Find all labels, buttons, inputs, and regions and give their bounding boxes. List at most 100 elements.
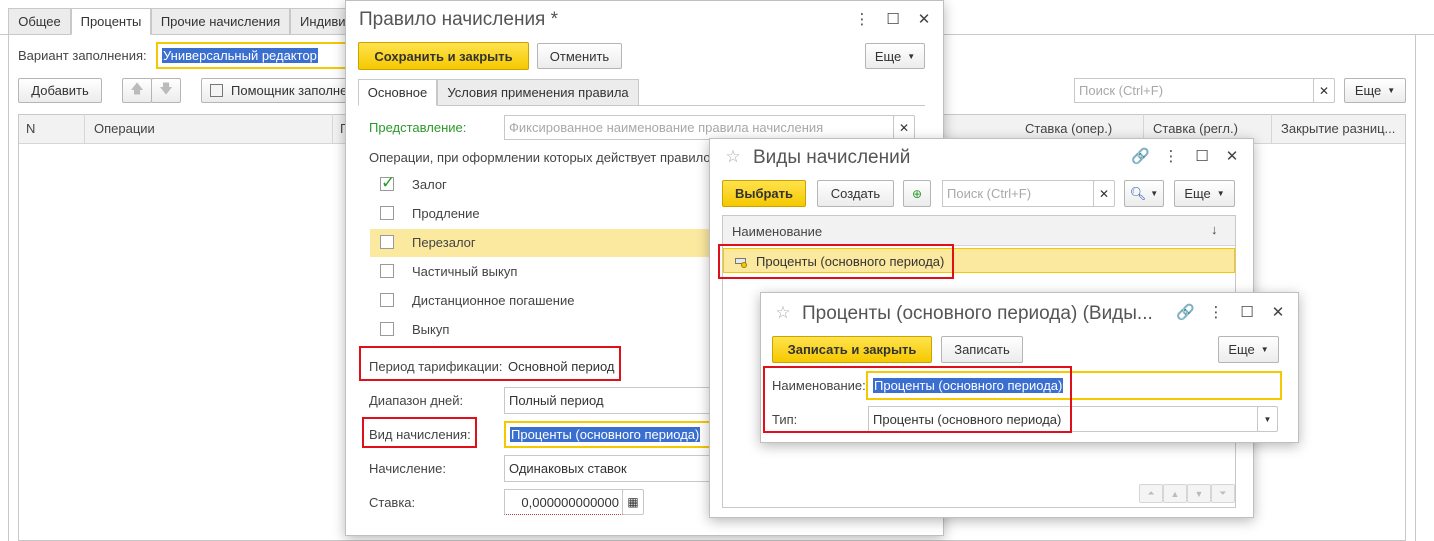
item-more-button[interactable]: Еще ▼ xyxy=(1218,336,1279,363)
kinds-search-input[interactable]: Поиск (Ctrl+F) xyxy=(942,180,1094,207)
accrual-label: Начисление: xyxy=(369,461,446,476)
sort-arrow-icon[interactable]: ↓ xyxy=(1211,222,1218,237)
scroll-down-button[interactable]: ▼ xyxy=(1187,484,1211,503)
folder-item-dot xyxy=(741,262,747,268)
tab-main[interactable]: Основное xyxy=(358,79,437,106)
scroll-bottom-button[interactable]: ⏷ xyxy=(1211,484,1235,503)
fill-variant-field[interactable]: Универсальный редактор xyxy=(156,42,356,69)
more-label: Еще xyxy=(1228,342,1255,357)
move-down-button[interactable]: 🡇 xyxy=(151,78,181,103)
op-label: Выкуп xyxy=(412,322,450,337)
op-label: Перезалог xyxy=(412,235,476,250)
select-label: Выбрать xyxy=(734,186,794,201)
save-close-button[interactable]: Сохранить и закрыть xyxy=(358,42,529,70)
kinds-window-title: Виды начислений xyxy=(753,147,911,168)
op-label: Частичный выкуп xyxy=(412,264,518,279)
move-up-button[interactable]: 🡅 xyxy=(122,78,152,103)
tab-other-accruals[interactable]: Прочие начисления xyxy=(151,8,290,35)
kind-field[interactable]: Проценты (основного периода) xyxy=(504,421,719,448)
more-vertical-icon[interactable]: ⋮ xyxy=(1162,148,1180,166)
tab-general[interactable]: Общее xyxy=(8,8,71,35)
add-copy-icon: ⊕ xyxy=(911,186,923,201)
kind-label: Вид начисления: xyxy=(369,427,471,442)
add-button[interactable]: Добавить xyxy=(18,78,102,103)
tab-individual[interactable]: Индиви xyxy=(290,8,352,35)
close-icon[interactable]: ✕ xyxy=(1223,148,1241,166)
item-type-label: Тип: xyxy=(772,412,798,427)
bg-search-clear-button[interactable]: ✕ xyxy=(1313,78,1335,103)
tab-conditions[interactable]: Условия применения правила xyxy=(437,79,639,106)
link-icon[interactable]: 🔗 xyxy=(1176,304,1195,322)
col-n: N xyxy=(26,121,36,136)
arrow-up-icon: 🡅 xyxy=(130,80,144,96)
rule-more-button[interactable]: Еще ▼ xyxy=(865,43,925,69)
period-label: Период тарификации: xyxy=(369,359,503,374)
chevron-down-icon: ▼ xyxy=(1260,345,1269,354)
op-checkbox-zalog[interactable]: ✓ xyxy=(380,173,395,192)
more-vertical-icon[interactable]: ⋮ xyxy=(853,11,871,29)
bg-search-input[interactable]: Поиск (Ctrl+F) xyxy=(1074,78,1314,103)
range-field[interactable]: Полный период xyxy=(504,387,719,414)
kinds-search-clear-button[interactable]: ✕ xyxy=(1093,180,1115,207)
close-icon[interactable]: ✕ xyxy=(1269,304,1287,322)
item-name-label: Наименование: xyxy=(772,378,866,393)
create-label: Создать xyxy=(830,186,881,201)
item-type-value: Проценты (основного периода) xyxy=(873,411,1062,427)
accrual-field[interactable]: Одинаковых ставок xyxy=(504,455,719,482)
star-icon[interactable]: ☆ xyxy=(774,304,792,322)
cancel-button[interactable]: Отменить xyxy=(537,43,622,69)
assistant-button-label: Помощник заполне xyxy=(231,83,348,98)
create-button[interactable]: Создать xyxy=(817,180,894,207)
ops-label: Операции, при оформлении которых действу… xyxy=(369,150,715,165)
calculator-icon: ▦ xyxy=(627,495,639,509)
select-button[interactable]: Выбрать xyxy=(722,180,806,207)
chevron-down-icon: ▼ xyxy=(1387,86,1396,95)
range-label: Диапазон дней: xyxy=(369,393,464,408)
repr-clear-button[interactable]: ✕ xyxy=(893,115,915,140)
repr-input[interactable]: Фиксированное наименование правила начис… xyxy=(504,115,894,140)
col-name-header: Наименование xyxy=(732,224,823,239)
kinds-more-button[interactable]: Еще ▼ xyxy=(1174,180,1235,207)
op-checkbox-prodlenie[interactable] xyxy=(380,206,394,220)
op-checkbox-remote[interactable] xyxy=(380,293,394,307)
op-checkbox-partial[interactable] xyxy=(380,264,394,278)
op-checkbox-perezalog[interactable] xyxy=(380,235,394,249)
chevron-down-icon: ▼ xyxy=(1216,189,1225,198)
item-save-button[interactable]: Записать xyxy=(941,336,1023,363)
tab-label: Общее xyxy=(18,14,61,29)
tab-label: Индиви xyxy=(300,14,346,29)
col-divider xyxy=(1271,114,1272,143)
close-icon[interactable]: ✕ xyxy=(915,11,933,29)
assistant-button[interactable]: Помощник заполне xyxy=(201,78,351,103)
bg-more-button[interactable]: Еще ▼ xyxy=(1344,78,1406,103)
rule-window-title: Правило начисления * xyxy=(359,9,559,30)
tab-label: Основное xyxy=(367,85,428,100)
calculator-button[interactable]: ▦ xyxy=(622,489,644,515)
period-field[interactable]: Основной период xyxy=(504,353,719,380)
maximize-icon[interactable]: ☐ xyxy=(884,11,902,29)
close-icon: ✕ xyxy=(898,120,910,135)
item-name-input[interactable]: Проценты (основного периода) xyxy=(866,371,1282,400)
item-type-dropdown-button[interactable]: ▼ xyxy=(1257,406,1278,432)
tab-percents[interactable]: Проценты xyxy=(71,8,151,35)
more-vertical-icon[interactable]: ⋮ xyxy=(1207,304,1225,322)
item-save-close-button[interactable]: Записать и закрыть xyxy=(772,336,932,363)
rate-field[interactable]: 0,000000000000 xyxy=(504,489,623,515)
op-checkbox-buyout[interactable] xyxy=(380,322,394,336)
fill-variant-value: Универсальный редактор xyxy=(162,48,318,63)
kind-value: Проценты (основного периода) xyxy=(510,427,701,442)
scroll-up-button[interactable]: ▲ xyxy=(1163,484,1187,503)
save-close-label: Сохранить и закрыть xyxy=(374,48,513,64)
maximize-icon[interactable]: ☐ xyxy=(1193,148,1211,166)
maximize-icon[interactable]: ☐ xyxy=(1238,304,1256,322)
rate-value: 0,000000000000 xyxy=(521,494,619,510)
link-icon[interactable]: 🔗 xyxy=(1131,148,1150,166)
search-options-button[interactable]: 🔍︎ ▼ xyxy=(1124,180,1164,207)
assistant-icon xyxy=(210,84,223,97)
item-save-label: Записать xyxy=(954,342,1010,357)
item-type-select[interactable]: Проценты (основного периода) xyxy=(868,406,1258,432)
chevron-down-icon: ▼ xyxy=(1150,189,1159,198)
copy-button[interactable]: ⊕ xyxy=(903,180,931,207)
scroll-top-button[interactable]: ⏶ xyxy=(1139,484,1163,503)
star-icon[interactable]: ☆ xyxy=(724,148,742,166)
